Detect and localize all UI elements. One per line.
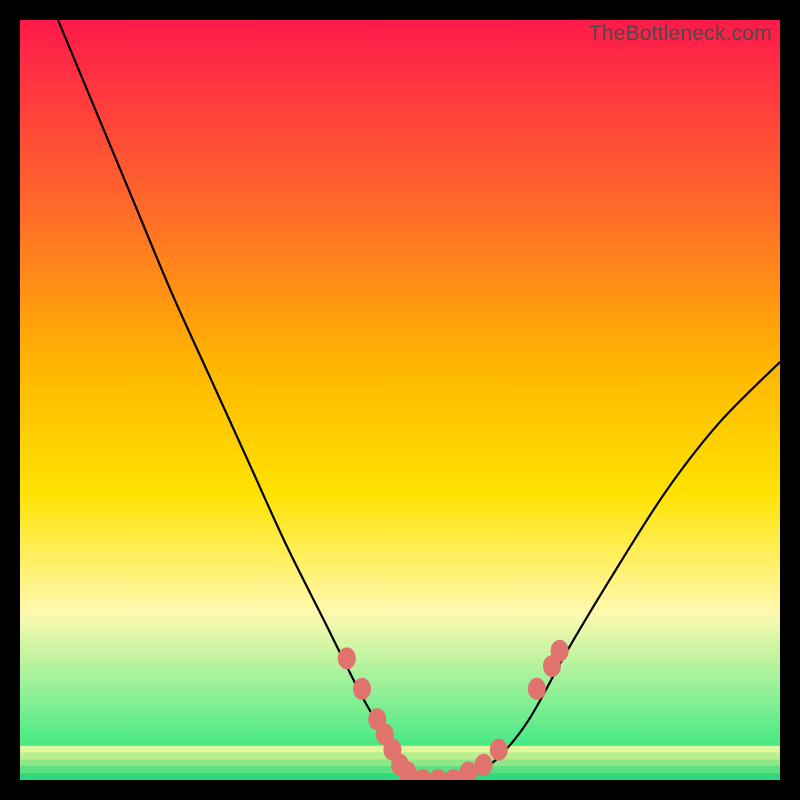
plot-background [20,20,780,780]
data-marker [353,678,371,700]
data-marker [475,754,493,776]
data-marker [551,640,569,662]
watermark-label: TheBottleneck.com [589,22,772,46]
data-marker [338,647,356,669]
bottleneck-plot [20,20,780,780]
data-marker [490,739,508,761]
data-marker [528,678,546,700]
chart-frame: TheBottleneck.com [20,20,780,780]
